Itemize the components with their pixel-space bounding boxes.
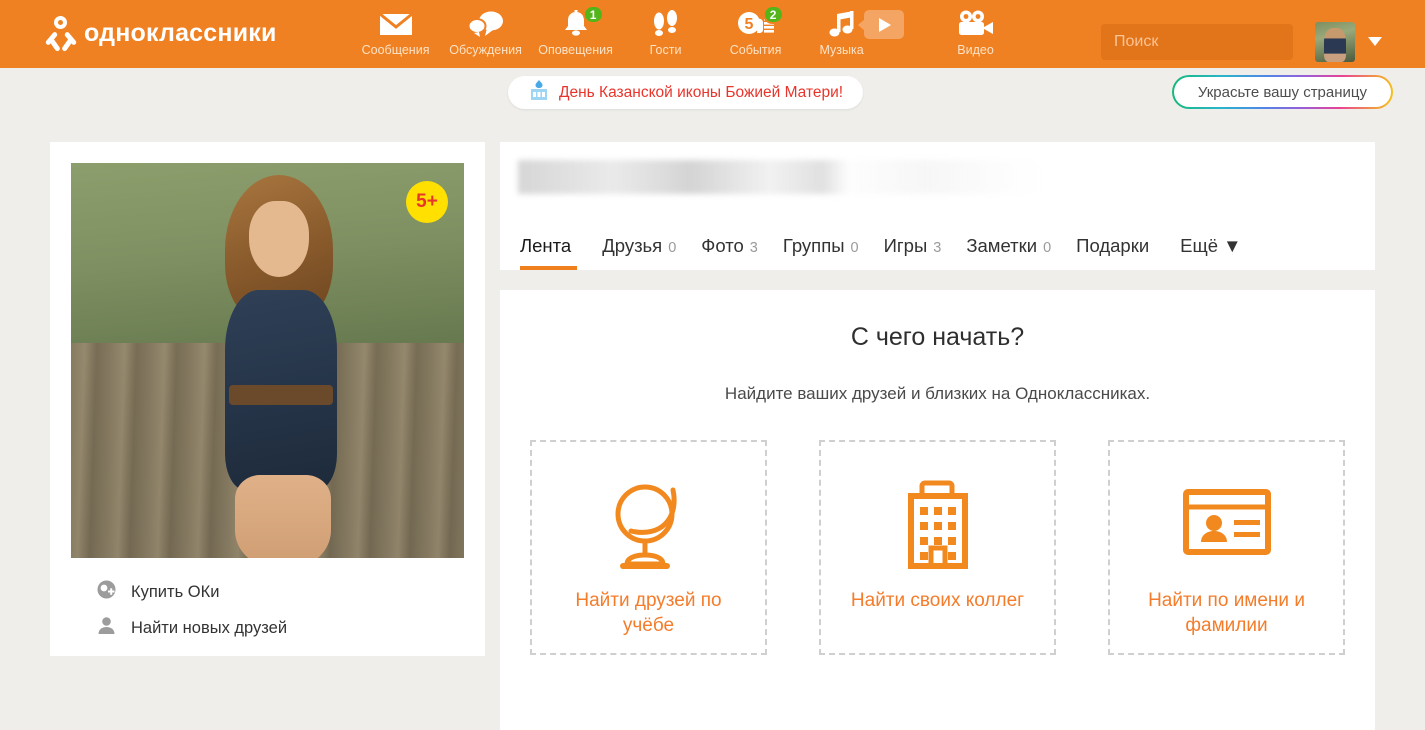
person-icon: [97, 616, 116, 640]
id-card-icon: [1176, 474, 1278, 574]
tab-label: Заметки: [966, 235, 1038, 256]
option-label: Найти своих коллег: [850, 590, 1025, 611]
get-started-options: Найти друзей по учёбе Найти своих коллег: [500, 440, 1375, 655]
tab-label: Друзья: [602, 235, 663, 256]
avatar[interactable]: [1315, 22, 1355, 62]
tab-lenta[interactable]: Лента: [520, 235, 578, 270]
tab-games[interactable]: Игры 3: [884, 235, 942, 270]
tab-gifts[interactable]: Подарки: [1076, 235, 1155, 270]
option-label: Найти по имени и фамилии: [1148, 590, 1305, 637]
sidebar-links: Купить ОКи Найти новых друзей: [71, 558, 464, 656]
sidebar-item-label: Найти новых друзей: [131, 618, 288, 637]
profile-photo[interactable]: 5+: [71, 163, 464, 558]
ok-coin-icon: [97, 580, 116, 604]
nav-item-guests[interactable]: Гости: [621, 9, 711, 57]
nav-item-discussions[interactable]: Обсуждения: [441, 9, 531, 57]
brand-name: одноклассники: [84, 18, 277, 47]
nav-label: Оповещения: [538, 43, 613, 57]
nav-item-messages[interactable]: Сообщения: [351, 9, 441, 57]
tab-count: 0: [1043, 240, 1052, 256]
get-started-subtitle: Найдите ваших друзей и близких на Однокл…: [724, 384, 1151, 403]
page-title: [518, 160, 1043, 194]
nav-label: Сообщения: [361, 43, 430, 57]
globe-icon: [601, 474, 697, 574]
footprints-icon: [651, 9, 681, 39]
tab-friends[interactable]: Друзья 0: [602, 235, 676, 270]
tab-photos[interactable]: Фото 3: [701, 235, 758, 270]
sidebar-item-label: Купить ОКи: [131, 582, 220, 601]
tab-label: Фото: [701, 235, 744, 256]
events-badge: 2: [762, 5, 784, 24]
profile-photo-card: 5+ Купить ОКи Найти новых друзей: [50, 142, 485, 656]
tab-more[interactable]: Ещё ▼: [1180, 235, 1241, 270]
nav-label: Гости: [649, 43, 682, 57]
tab-label: Игры: [883, 235, 928, 256]
nav-item-video[interactable]: Видео: [931, 9, 1021, 57]
nav-item-music[interactable]: Музыка: [801, 9, 931, 57]
video-camera-icon: [957, 9, 995, 39]
tab-groups[interactable]: Группы 0: [783, 235, 859, 270]
sub-bar: День Казанской иконы Божией Матери! Укра…: [0, 68, 1425, 130]
envelope-icon: [378, 9, 413, 39]
profile-tabs: Лента Друзья 0 Фото 3 Группы 0 Игры 3 За…: [520, 235, 1241, 270]
get-started-title: С чего начать?: [850, 323, 1025, 351]
sidebar-item-buy-oki[interactable]: Купить ОКи: [97, 574, 464, 610]
tab-more-label: Ещё ▼: [1180, 235, 1242, 256]
nav-label: Обсуждения: [449, 43, 522, 57]
svg-text:5: 5: [744, 16, 753, 33]
nav-item-events[interactable]: 5 2 События: [711, 5, 801, 57]
main-nav: Сообщения Обсуждения 1 Оповещения Гости …: [351, 5, 1021, 57]
play-icon[interactable]: [857, 10, 904, 39]
photo-count-badge: 5+: [406, 181, 448, 223]
chevron-down-icon[interactable]: [1368, 37, 1382, 46]
notification-badge: 1: [582, 5, 604, 24]
decorate-page-button[interactable]: Украсьте вашу страницу: [1171, 75, 1393, 109]
building-icon: [890, 474, 986, 574]
holiday-banner[interactable]: День Казанской иконы Божией Матери!: [508, 76, 864, 109]
tab-count: 0: [668, 240, 677, 256]
church-icon: [528, 80, 550, 105]
tab-count: 0: [850, 240, 859, 256]
tab-count: 3: [933, 240, 942, 256]
option-find-by-name[interactable]: Найти по имени и фамилии: [1108, 440, 1345, 655]
option-find-by-study[interactable]: Найти друзей по учёбе: [530, 440, 767, 655]
sidebar-item-find-friends[interactable]: Найти новых друзей: [97, 610, 464, 646]
search-box[interactable]: [1101, 24, 1343, 60]
left-sidebar: 5+ Купить ОКи Найти новых друзей: [50, 142, 485, 656]
nav-label: События: [729, 43, 782, 57]
search-input[interactable]: [1101, 33, 1321, 51]
photo-subject: [189, 175, 379, 558]
chat-bubbles-icon: [467, 9, 504, 39]
ok-logo-icon: [44, 16, 78, 53]
get-started-card: С чего начать? Найдите ваших друзей и бл…: [500, 290, 1375, 730]
main-content: Лента Друзья 0 Фото 3 Группы 0 Игры 3 За…: [500, 142, 1375, 730]
logo-home-link[interactable]: одноклассники: [44, 16, 277, 53]
holiday-text: День Казанской иконы Божией Матери!: [559, 83, 844, 101]
tab-label: Лента: [520, 235, 572, 256]
tab-label: Группы: [782, 235, 845, 256]
profile-header-card: Лента Друзья 0 Фото 3 Группы 0 Игры 3 За…: [500, 142, 1375, 270]
option-find-colleagues[interactable]: Найти своих коллег: [819, 440, 1056, 655]
nav-item-notifications[interactable]: 1 Оповещения: [531, 5, 621, 57]
tab-label: Подарки: [1076, 235, 1150, 256]
decorate-page-label: Украсьте вашу страницу: [1173, 77, 1391, 107]
nav-label: Видео: [957, 43, 994, 57]
option-label: Найти друзей по учёбе: [575, 590, 722, 637]
music-note-icon: [801, 9, 931, 39]
tab-count: 3: [749, 240, 758, 256]
tab-notes[interactable]: Заметки 0: [966, 235, 1051, 270]
top-navigation-bar: одноклассники Сообщения Обсуждения 1 Опо…: [0, 0, 1425, 68]
nav-label: Музыка: [819, 43, 864, 57]
